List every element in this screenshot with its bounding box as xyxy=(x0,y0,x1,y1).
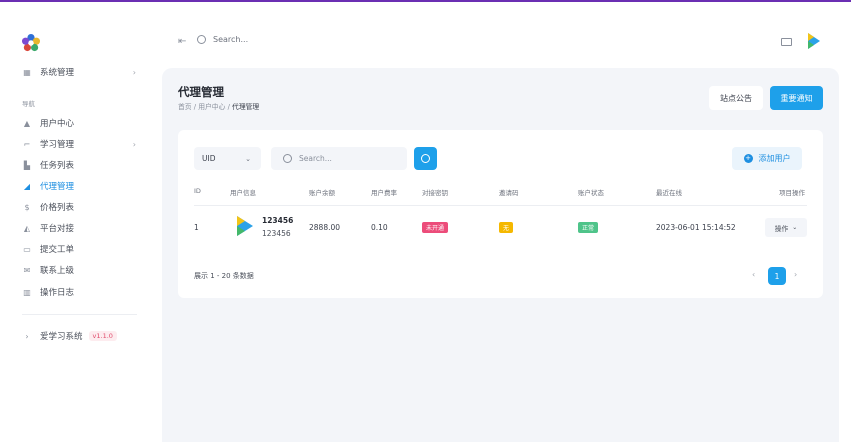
sidebar-item-study[interactable]: ⌐ 学习管理 › xyxy=(22,136,140,152)
pagination-next-icon[interactable]: › xyxy=(794,270,797,279)
chevron-down-icon: ⌄ xyxy=(792,224,798,231)
sidebar-item-logs[interactable]: ▥ 操作日志 xyxy=(22,284,140,300)
sidebar-item-user-center[interactable]: ▲ 用户中心 xyxy=(22,115,140,131)
header-search[interactable]: Search... xyxy=(197,35,248,44)
sidebar-divider xyxy=(22,314,137,315)
status-badge: 正常 xyxy=(578,222,599,233)
col-header-invite: 邀请码 xyxy=(499,189,519,197)
search-field-select[interactable]: UID ⌄ xyxy=(194,147,261,170)
nav-section-label: 导航 xyxy=(22,100,35,108)
col-header-rate: 用户费率 xyxy=(371,189,397,197)
sidebar-item-platform[interactable]: ◭ 平台对接 xyxy=(22,220,140,236)
search-icon xyxy=(197,35,206,44)
col-header-key: 对接密钥 xyxy=(422,189,448,197)
header-search-placeholder: Search... xyxy=(213,35,249,44)
chevron-down-icon: ⌄ xyxy=(245,154,251,163)
sidebar-app-info[interactable]: › 爱学习系统 v1.1.0 xyxy=(22,328,140,344)
col-header-id: ID xyxy=(194,187,201,195)
version-badge: v1.1.0 xyxy=(88,331,117,341)
key-status-badge: 未开通 xyxy=(422,222,449,233)
chevron-right-icon: › xyxy=(132,139,136,149)
pagination-info: 展示 1 - 20 条数据 xyxy=(194,272,254,280)
col-header-actions: 项目操作 xyxy=(779,189,805,197)
sidebar-item-label: 联系上级 xyxy=(40,266,75,276)
pagination-page-current[interactable]: 1 xyxy=(768,267,786,285)
list-icon: ▙ xyxy=(23,160,31,170)
avatar[interactable] xyxy=(803,31,823,51)
dollar-icon: $ xyxy=(24,202,30,212)
cell-user-account: 123456 xyxy=(262,229,291,238)
col-header-balance: 账户余额 xyxy=(309,189,335,197)
sidebar-item-label: 价格列表 xyxy=(40,203,75,213)
sidebar-item-label: 学习管理 xyxy=(40,140,75,150)
chevron-right-icon: › xyxy=(132,67,136,77)
col-header-status: 账户状态 xyxy=(578,189,604,197)
table-divider xyxy=(194,205,807,206)
mail-icon[interactable] xyxy=(781,38,792,46)
col-header-last-online: 最近在线 xyxy=(656,189,682,197)
add-user-label: 添加用户 xyxy=(758,154,791,163)
cell-rate: 0.10 xyxy=(371,223,388,232)
breadcrumb-current: 代理管理 xyxy=(232,103,260,111)
grid-icon: ▦ xyxy=(23,67,31,77)
breadcrumb-home[interactable]: 首页 xyxy=(178,103,192,111)
link-icon: ◭ xyxy=(23,223,31,233)
sidebar-item-label: 用户中心 xyxy=(40,119,75,129)
sidebar-item-agent[interactable]: ◢ 代理管理 xyxy=(22,178,140,194)
search-icon xyxy=(421,154,430,163)
sidebar-item-contact[interactable]: ✉ 联系上级 xyxy=(22,262,140,278)
log-icon: ▥ xyxy=(23,287,31,297)
site-notice-button[interactable]: 站点公告 xyxy=(709,86,763,110)
cell-id: 1 xyxy=(194,223,199,232)
agent-icon: ◢ xyxy=(23,181,31,191)
cell-user-name: 123456 xyxy=(262,216,294,225)
sidebar-item-label: 任务列表 xyxy=(40,161,75,171)
sidebar-item-label: 代理管理 xyxy=(40,182,75,192)
important-notice-button[interactable]: 重要通知 xyxy=(770,86,823,110)
col-header-user-info: 用户信息 xyxy=(230,189,256,197)
book-icon: ⌐ xyxy=(23,139,31,149)
search-placeholder: Search... xyxy=(299,154,332,163)
plus-icon: + xyxy=(743,154,753,163)
row-actions-label: 操作 xyxy=(774,224,789,233)
logo-icon[interactable] xyxy=(22,34,40,52)
sidebar-item-system[interactable]: ▦ 系统管理 › xyxy=(22,64,140,80)
collapse-arrow-icon[interactable]: ⇤ xyxy=(178,36,186,47)
invite-code-badge: 无 xyxy=(499,222,514,233)
search-input[interactable]: Search... xyxy=(271,147,407,170)
cell-last-online: 2023-06-01 15:14:52 xyxy=(656,223,736,232)
sidebar-item-prices[interactable]: $ 价格列表 xyxy=(22,199,140,215)
page-title: 代理管理 xyxy=(178,85,224,99)
breadcrumb: 首页 / 用户中心 / 代理管理 xyxy=(178,103,260,111)
pagination-prev-icon[interactable]: ‹ xyxy=(752,270,755,279)
sidebar-item-label: 提交工单 xyxy=(40,245,75,255)
search-button[interactable] xyxy=(414,147,437,170)
sidebar-item-label: 平台对接 xyxy=(40,224,75,234)
sidebar-item-tasks[interactable]: ▙ 任务列表 xyxy=(22,157,140,173)
row-actions-button[interactable]: 操作 ⌄ xyxy=(765,218,807,237)
ticket-icon: ▭ xyxy=(23,244,31,254)
user-avatar xyxy=(237,216,253,238)
mail-icon: ✉ xyxy=(23,265,31,275)
select-value: UID xyxy=(202,154,216,163)
add-user-button[interactable]: + 添加用户 xyxy=(732,147,802,170)
user-icon: ▲ xyxy=(23,118,31,128)
search-icon xyxy=(283,154,292,163)
sidebar-item-ticket[interactable]: ▭ 提交工单 xyxy=(22,241,140,257)
chevron-right-icon: › xyxy=(25,331,29,341)
sidebar-item-label: 系统管理 xyxy=(40,68,75,78)
sidebar-item-label: 操作日志 xyxy=(40,288,75,298)
app-name: 爱学习系统 xyxy=(40,332,83,342)
breadcrumb-user-center[interactable]: 用户中心 xyxy=(198,103,225,111)
cell-balance: 2888.00 xyxy=(309,223,341,232)
